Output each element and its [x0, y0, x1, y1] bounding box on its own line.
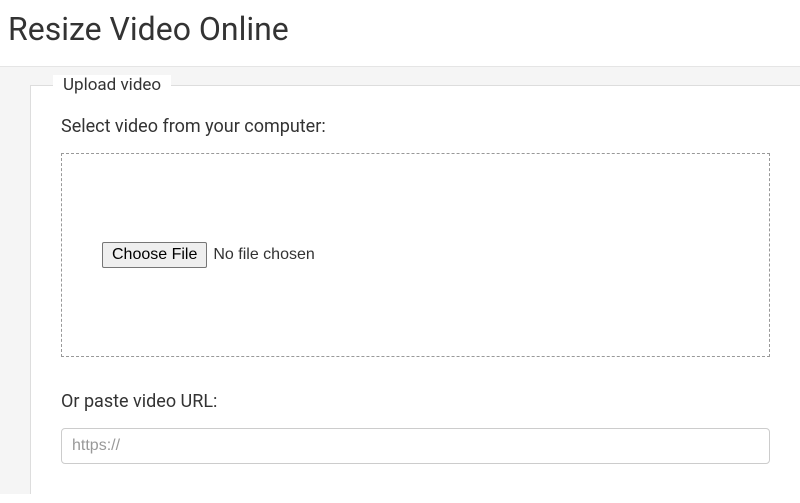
select-video-label: Select video from your computer:: [61, 116, 770, 137]
upload-fieldset: Upload video Select video from your comp…: [30, 85, 800, 494]
file-dropzone[interactable]: Choose File No file chosen: [61, 153, 770, 357]
choose-file-button[interactable]: Choose File: [102, 242, 207, 268]
upload-panel: Upload video Select video from your comp…: [0, 66, 800, 494]
paste-url-label: Or paste video URL:: [61, 391, 770, 412]
file-status-text: No file chosen: [213, 246, 314, 264]
video-url-input[interactable]: [61, 428, 770, 464]
file-input-row: Choose File No file chosen: [102, 242, 729, 268]
page-title: Resize Video Online: [0, 0, 800, 66]
upload-legend: Upload video: [53, 75, 171, 95]
